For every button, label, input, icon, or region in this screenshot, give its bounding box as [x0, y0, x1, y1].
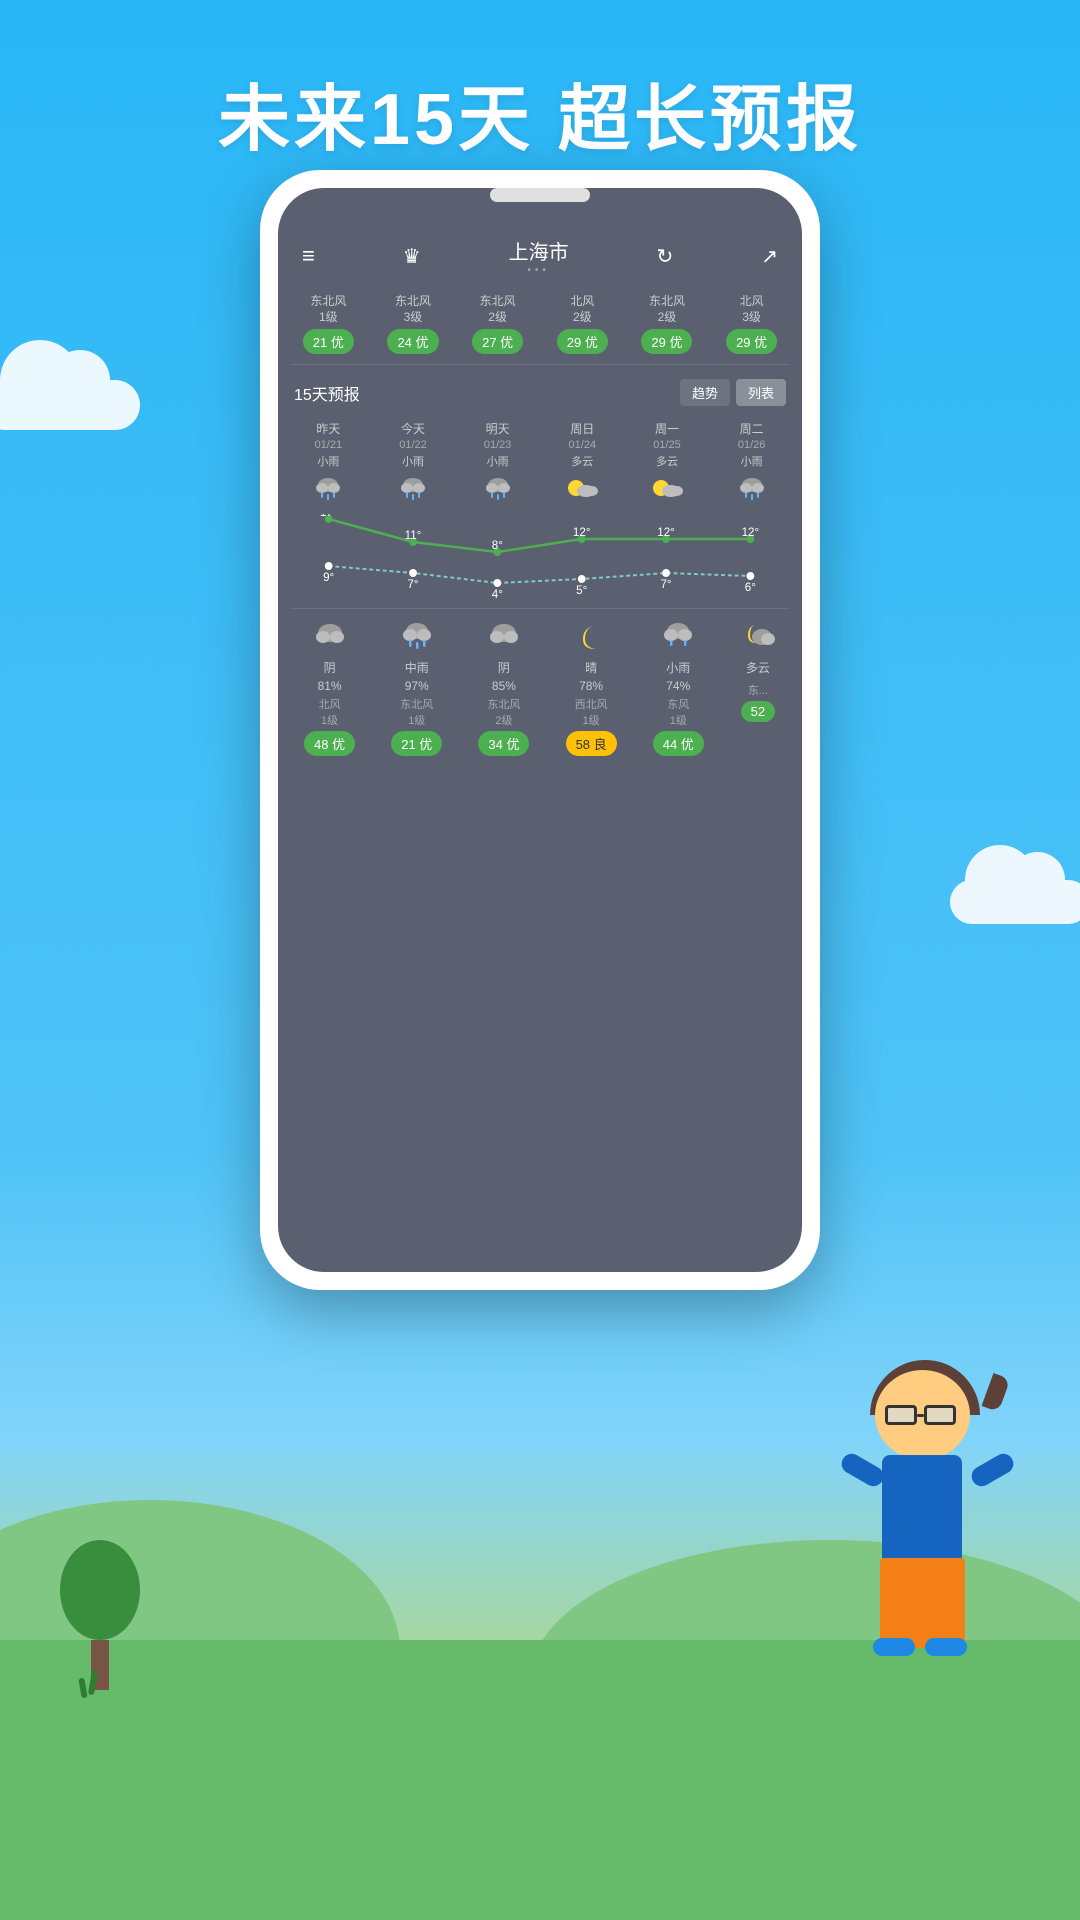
bottom-weather-row: 阴 81% 北风1级 48 优	[278, 613, 802, 756]
refresh-icon[interactable]: ↻	[657, 244, 674, 269]
bottom-badge-1: 21 优	[391, 731, 442, 756]
character-decoration	[810, 1360, 1030, 1720]
bottom-icon-1	[399, 621, 435, 656]
cloud-right	[950, 880, 1080, 924]
app-header: ≡ ♛ 上海市 ••• ↻ ↗	[278, 188, 802, 288]
day-col-4: 周一 01/25 多云	[651, 420, 683, 514]
weather-icon-0	[312, 475, 344, 510]
weather-icon-5	[736, 475, 768, 510]
hero-title: 未来15天 超长预报	[0, 0, 1080, 165]
aqi-item-2: 东北风2级 27 优	[472, 294, 523, 354]
phone-frame: ≡ ♛ 上海市 ••• ↻ ↗ 东北风1级 21 优 东北风3级 24 优	[260, 170, 820, 1290]
svg-text:9°: 9°	[323, 570, 334, 584]
bottom-icon-5	[740, 621, 776, 656]
divider-2	[290, 608, 790, 609]
bottom-col-0: 阴 81% 北风1级 48 优	[304, 621, 355, 756]
aqi-item-1: 东北风3级 24 优	[387, 294, 438, 354]
temperature-chart: 17° 11° 8° 12° 12° 12°	[286, 514, 794, 604]
aqi-badge-4: 29 优	[641, 329, 692, 354]
phone-screen: ≡ ♛ 上海市 ••• ↻ ↗ 东北风1级 21 优 东北风3级 24 优	[278, 188, 802, 1272]
aqi-item-5: 北风3级 29 优	[726, 294, 777, 354]
forecast-tabs: 趋势 列表	[680, 379, 786, 406]
weather-icon-4	[651, 475, 683, 510]
bottom-badge-3: 58 良	[566, 731, 617, 756]
bottom-badge-4: 44 优	[653, 731, 704, 756]
tab-trend[interactable]: 趋势	[680, 379, 730, 406]
svg-text:12°: 12°	[573, 525, 591, 539]
aqi-item-0: 东北风1级 21 优	[303, 294, 354, 354]
aqi-item-4: 东北风2级 29 优	[641, 294, 692, 354]
svg-text:17°: 17°	[320, 514, 338, 519]
days-row: 昨天 01/21 小雨	[278, 416, 802, 514]
city-dots: •••	[509, 265, 569, 276]
svg-text:4°: 4°	[492, 587, 503, 601]
bottom-icon-4	[660, 621, 696, 656]
bottom-col-5: 多云 东... 52	[740, 621, 776, 756]
cloud-left	[0, 380, 140, 430]
forecast-title: 15天预报	[294, 381, 360, 405]
bottom-badge-0: 48 优	[304, 731, 355, 756]
svg-text:7°: 7°	[407, 577, 418, 591]
svg-text:7°: 7°	[660, 577, 671, 591]
share-icon[interactable]: ↗	[761, 244, 778, 269]
weather-icon-1	[397, 475, 429, 510]
menu-icon[interactable]: ≡	[302, 243, 315, 269]
aqi-badge-5: 29 优	[726, 329, 777, 354]
bottom-icon-0	[312, 621, 348, 656]
day-col-1: 今天 01/22 小雨	[397, 420, 429, 514]
divider-1	[290, 364, 790, 365]
aqi-badge-0: 21 优	[303, 329, 354, 354]
phone-notch	[490, 188, 590, 202]
svg-text:12°: 12°	[657, 525, 675, 539]
bottom-col-1: 中雨 97% 东北风1级 21 优	[391, 621, 442, 756]
aqi-item-3: 北风2级 29 优	[557, 294, 608, 354]
bottom-col-2: 阴 85% 东北风2级 34 优	[478, 621, 529, 756]
day-col-3: 周日 01/24 多云	[566, 420, 598, 514]
forecast-header: 15天预报 趋势 列表	[278, 369, 802, 416]
svg-text:12°: 12°	[742, 525, 760, 539]
crown-icon[interactable]: ♛	[403, 244, 421, 269]
phone-mockup: ≡ ♛ 上海市 ••• ↻ ↗ 东北风1级 21 优 东北风3级 24 优	[260, 170, 820, 1290]
aqi-badge-1: 24 优	[387, 329, 438, 354]
bottom-col-3: 晴 78% 西北风1级 58 良	[566, 621, 617, 756]
svg-text:6°: 6°	[745, 580, 756, 594]
tab-list[interactable]: 列表	[736, 379, 786, 406]
bottom-icon-2	[486, 621, 522, 656]
day-col-0: 昨天 01/21 小雨	[312, 420, 344, 514]
aqi-top-row: 东北风1级 21 优 东北风3级 24 优 东北风2级 27 优 北风2级 29…	[278, 288, 802, 360]
city-name: 上海市	[509, 236, 569, 265]
bottom-icon-3	[573, 621, 609, 656]
weather-icon-3	[566, 475, 598, 510]
bottom-col-4: 小雨 74% 东风1级 44 优	[653, 621, 704, 756]
svg-text:5°: 5°	[576, 583, 587, 597]
svg-text:11°: 11°	[405, 528, 422, 542]
bottom-badge-2: 34 优	[478, 731, 529, 756]
day-col-2: 明天 01/23 小雨	[482, 420, 514, 514]
day-col-5: 周二 01/26 小雨	[736, 420, 768, 514]
aqi-badge-2: 27 优	[472, 329, 523, 354]
bottom-badge-5: 52	[741, 701, 775, 722]
weather-icon-2	[482, 475, 514, 510]
svg-text:8°: 8°	[492, 538, 503, 552]
tree-decoration	[60, 1540, 140, 1690]
aqi-badge-3: 29 优	[557, 329, 608, 354]
